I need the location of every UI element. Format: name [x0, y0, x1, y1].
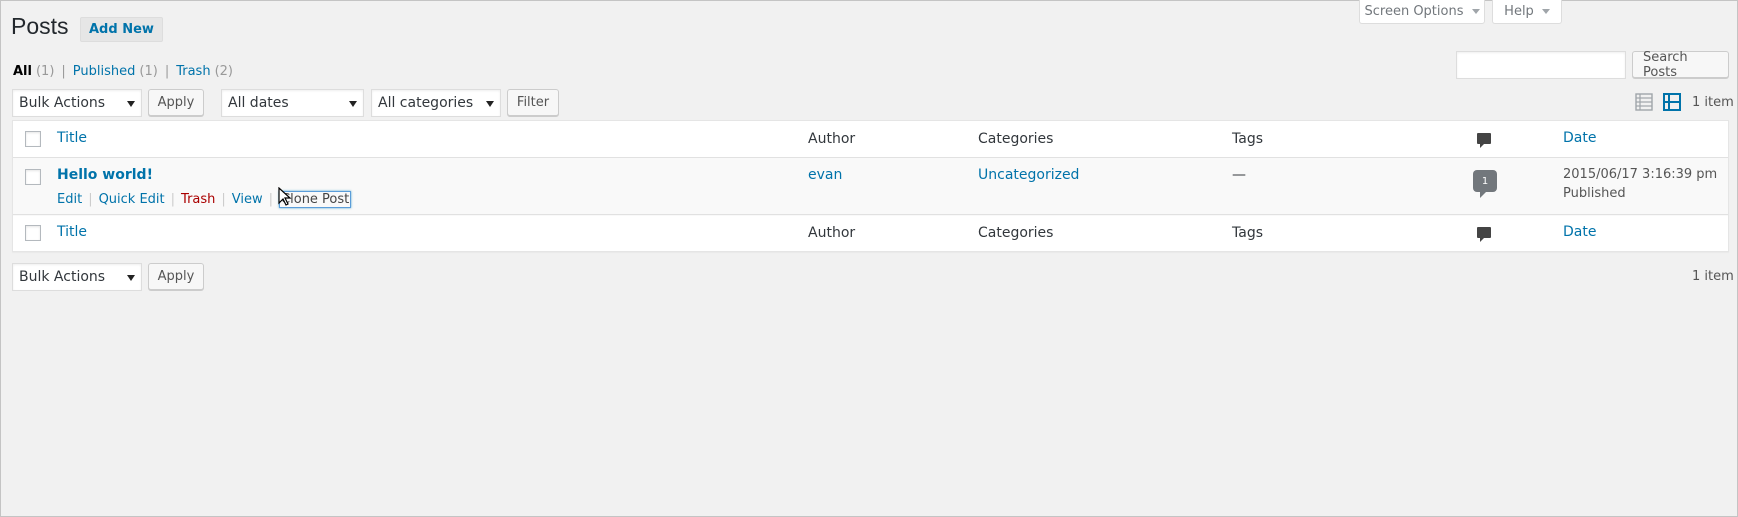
post-tags: — — [1232, 167, 1246, 183]
post-author-link[interactable]: evan — [808, 167, 842, 183]
screen-options-label: Screen Options — [1364, 4, 1464, 19]
page-title: Posts — [11, 13, 69, 39]
column-author-bottom: Author — [808, 225, 856, 241]
filter-published-count: (1) — [139, 64, 158, 79]
filter-button[interactable]: Filter — [507, 89, 559, 116]
dropdown-arrow-icon — [349, 101, 357, 107]
search-posts-button[interactable]: Search Posts — [1632, 50, 1729, 80]
column-tags: Tags — [1232, 131, 1263, 147]
view-link[interactable]: View — [232, 192, 263, 207]
excerpt-view-icon[interactable] — [1663, 93, 1681, 111]
post-date: 2015/06/17 3:16:39 pm — [1563, 167, 1718, 182]
dropdown-arrow-icon — [486, 101, 494, 107]
column-categories: Categories — [978, 131, 1054, 147]
filter-trash-link[interactable]: Trash — [176, 64, 210, 79]
status-filter-links: All (1) | Published (1) | Trash (2) — [13, 64, 233, 79]
filter-trash-count: (2) — [214, 64, 233, 79]
column-title-sort[interactable]: Title — [57, 130, 87, 146]
apply-button-bottom[interactable]: Apply — [148, 263, 204, 290]
bulk-actions-value: Bulk Actions — [19, 269, 106, 285]
add-new-button[interactable]: Add New — [80, 17, 163, 42]
items-count-top: 1 item — [1692, 95, 1734, 110]
column-tags-bottom: Tags — [1232, 225, 1263, 241]
row-actions: Edit | Quick Edit | Trash | View | Clone… — [57, 191, 352, 208]
screen-options-tab[interactable]: Screen Options — [1359, 0, 1485, 24]
select-all-checkbox[interactable] — [25, 131, 41, 147]
comments-column-icon[interactable] — [1477, 227, 1491, 242]
trash-link[interactable]: Trash — [181, 192, 215, 207]
table-footer: Title Author Categories Tags Date — [13, 214, 1728, 251]
dates-value: All dates — [228, 95, 289, 111]
list-view-icon[interactable] — [1635, 93, 1653, 111]
filter-all-link[interactable]: All — [13, 64, 32, 79]
help-tab[interactable]: Help — [1492, 0, 1562, 24]
column-categories-bottom: Categories — [978, 225, 1054, 241]
help-label: Help — [1504, 4, 1534, 19]
dates-select[interactable]: All dates — [221, 89, 364, 117]
search-input[interactable] — [1456, 51, 1626, 79]
column-title-sort-bottom[interactable]: Title — [57, 224, 87, 240]
bulk-actions-select-top[interactable]: Bulk Actions — [12, 89, 142, 117]
chevron-down-icon — [1541, 9, 1550, 14]
post-title-link[interactable]: Hello world! — [57, 167, 153, 183]
table-header: Title Author Categories Tags Date — [13, 121, 1728, 158]
row-checkbox[interactable] — [25, 169, 41, 185]
posts-table: Title Author Categories Tags Date Hello … — [12, 120, 1729, 252]
filter-separator: | — [164, 64, 170, 79]
column-date-sort[interactable]: Date — [1563, 130, 1596, 146]
filter-all-count: (1) — [35, 64, 55, 79]
items-count-bottom: 1 item — [1692, 269, 1734, 284]
select-all-checkbox-bottom[interactable] — [25, 225, 41, 241]
comment-count-badge[interactable]: 1 — [1473, 170, 1497, 198]
action-separator: | — [88, 192, 93, 207]
action-separator: | — [170, 192, 176, 207]
action-separator: | — [221, 192, 226, 207]
apply-button-top[interactable]: Apply — [148, 89, 204, 116]
mouse-cursor-icon — [278, 187, 292, 206]
quick-edit-link[interactable]: Quick Edit — [99, 192, 165, 207]
column-date-sort-bottom[interactable]: Date — [1563, 224, 1596, 240]
column-author: Author — [808, 131, 856, 147]
categories-select[interactable]: All categories — [371, 89, 501, 117]
edit-link[interactable]: Edit — [57, 192, 82, 207]
post-category-link[interactable]: Uncategorized — [978, 167, 1079, 183]
chevron-down-icon — [1471, 9, 1480, 14]
dropdown-arrow-icon — [127, 275, 135, 281]
filter-separator: | — [61, 64, 66, 79]
dropdown-arrow-icon — [127, 101, 135, 107]
filter-published-link[interactable]: Published — [73, 64, 136, 79]
categories-value: All categories — [378, 95, 474, 111]
table-row: Hello world! Edit | Quick Edit | Trash |… — [13, 158, 1728, 216]
action-separator: | — [268, 192, 274, 207]
bulk-actions-select-bottom[interactable]: Bulk Actions — [12, 263, 142, 291]
post-status: Published — [1563, 186, 1626, 201]
bulk-actions-value: Bulk Actions — [19, 95, 106, 111]
comments-column-icon[interactable] — [1477, 133, 1491, 148]
